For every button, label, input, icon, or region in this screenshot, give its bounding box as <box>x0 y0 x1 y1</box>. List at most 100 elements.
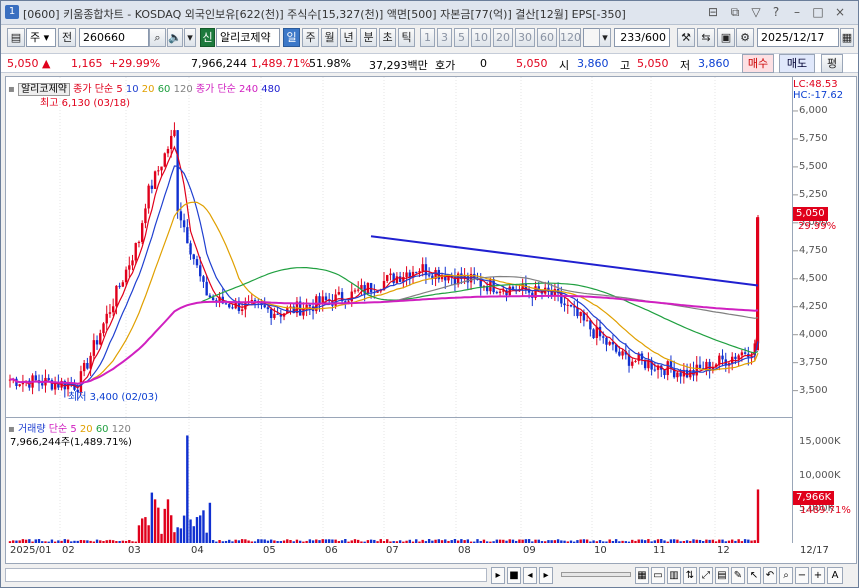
tab-month[interactable]: 월 <box>321 28 338 47</box>
calendar-icon[interactable]: ▦ <box>840 28 854 47</box>
volume-bar <box>563 540 566 543</box>
price-axis-line <box>792 77 793 543</box>
sell-button[interactable]: 매도 <box>779 54 815 73</box>
up-arrow-icon: ▲ <box>42 57 51 70</box>
interval-1[interactable]: 1 <box>420 28 435 47</box>
volume-bar <box>186 435 189 543</box>
layout-icon[interactable]: ▤ <box>715 567 729 584</box>
tools-icon[interactable]: ⚒ <box>677 28 695 47</box>
interval-3[interactable]: 3 <box>437 28 452 47</box>
candle-body <box>186 227 189 244</box>
stop-icon[interactable]: ■ <box>507 567 521 584</box>
close-icon[interactable]: × <box>831 5 849 19</box>
buy-button[interactable]: 매수 <box>742 54 774 73</box>
high-annotation: 최고 6,130 (03/18) <box>40 98 131 109</box>
candle-body <box>353 290 357 292</box>
rewind-icon[interactable]: ◂ <box>523 567 537 584</box>
title-bar: 1 [0600] 키움종합차트 - KOSDAQ 외국인보유[622(천)] 주… <box>1 1 858 25</box>
compare-icon[interactable]: ⇆ <box>697 28 715 47</box>
candle-body <box>698 364 702 369</box>
adjust-button[interactable]: 전 <box>58 28 76 47</box>
pin-icon[interactable]: ⊟ <box>704 5 722 19</box>
volume-bar <box>192 526 195 543</box>
volume-bar <box>685 540 689 543</box>
settings-icon[interactable]: ⚙ <box>736 28 754 47</box>
candle-body <box>157 170 160 172</box>
candle-body <box>398 276 402 282</box>
date-field[interactable]: 2025/12/17 <box>757 28 839 47</box>
restore-icon[interactable]: ⧉ <box>726 5 744 20</box>
tab-year[interactable]: 년 <box>340 28 357 47</box>
volume-bar <box>682 541 686 543</box>
interval-30[interactable]: 30 <box>515 28 535 47</box>
sound-dropdown-icon[interactable]: ▾ <box>184 28 196 47</box>
tab-day[interactable]: 일 <box>283 28 300 47</box>
volume-bar <box>534 539 537 543</box>
candle-body <box>47 377 50 381</box>
x-axis-label: 08 <box>458 545 471 556</box>
volume-bar <box>166 499 170 543</box>
zoom-slider[interactable] <box>561 572 631 577</box>
change-percent: +29.99% <box>109 57 161 70</box>
chart-panel[interactable]: ▪ 알리코제약 종가 단순 5 10 20 60 120 종가 단순 240 4… <box>5 76 857 564</box>
interval-dropdown-icon[interactable]: ▾ <box>599 28 611 47</box>
font-size-icon[interactable]: A <box>827 567 843 584</box>
interval-60[interactable]: 60 <box>537 28 557 47</box>
pane-divider[interactable] <box>6 417 792 418</box>
candle-body <box>240 309 244 312</box>
volume-bar <box>369 539 373 543</box>
panel-icon[interactable]: ▤ <box>7 28 25 47</box>
tab-week[interactable]: 주 <box>302 28 319 47</box>
quote-bar: 5,050 ▲ 1,165 +29.99% 7,966,244 1,489.71… <box>1 53 858 73</box>
volume-bar <box>727 540 731 543</box>
grid-icon[interactable]: ▦ <box>635 567 649 584</box>
volume-bar <box>292 541 295 543</box>
average-button[interactable]: 평 <box>821 54 843 73</box>
volume-bar <box>743 539 747 543</box>
minimize-icon[interactable]: – <box>788 5 806 19</box>
tab-tick[interactable]: 틱 <box>398 28 415 47</box>
expand-icon[interactable]: ⤢ <box>699 567 713 584</box>
volume-bar <box>315 539 318 543</box>
volume-bar <box>366 540 370 543</box>
volume-bar <box>695 539 698 543</box>
play-icon[interactable]: ▸ <box>539 567 553 584</box>
save-icon[interactable]: ▣ <box>717 28 735 47</box>
dropdown-icon[interactable]: ▽ <box>747 5 765 19</box>
tab-second[interactable]: 초 <box>379 28 396 47</box>
help-icon[interactable]: ? <box>767 5 785 19</box>
interval-10[interactable]: 10 <box>471 28 491 47</box>
window-icon[interactable]: ▭ <box>651 567 665 584</box>
undo-icon[interactable]: ↶ <box>763 567 777 584</box>
low-annotation: 최저 3,400 (02/03) <box>68 392 159 403</box>
zoom-search-icon[interactable]: ⌕ <box>779 567 793 584</box>
stock-code-input[interactable]: 260660 <box>79 28 149 47</box>
market-select[interactable]: 주 ▾ <box>26 28 56 47</box>
scroll-right-icon[interactable]: ▸ <box>491 567 505 584</box>
zoom-in-icon[interactable]: + <box>811 567 825 584</box>
compare-chart-icon[interactable]: ⇅ <box>683 567 697 584</box>
current-price: 5,050 <box>7 57 39 70</box>
candle-body <box>134 243 137 261</box>
candle-body <box>389 273 392 276</box>
volume-bar <box>308 539 312 543</box>
interval-5[interactable]: 5 <box>454 28 469 47</box>
price-chart[interactable] <box>6 77 858 565</box>
candle-body <box>53 383 57 390</box>
zoom-out-icon[interactable]: − <box>795 567 809 584</box>
interval-20[interactable]: 20 <box>493 28 513 47</box>
pointer-icon[interactable]: ↖ <box>747 567 761 584</box>
volume-bar <box>518 539 521 543</box>
candle-body <box>18 384 21 386</box>
maximize-icon[interactable]: □ <box>809 5 827 19</box>
volume-bar <box>170 515 173 543</box>
interval-120[interactable]: 120 <box>559 28 581 47</box>
sound-icon[interactable]: 🔈 <box>167 28 183 47</box>
search-icon[interactable]: ⌕ <box>149 28 166 47</box>
bar-count[interactable]: 233/600 <box>614 28 670 47</box>
horizontal-scrollbar[interactable] <box>5 568 487 582</box>
bars-icon[interactable]: ▥ <box>667 567 681 584</box>
draw-icon[interactable]: ✎ <box>731 567 745 584</box>
tab-minute[interactable]: 분 <box>360 28 377 47</box>
candle-body <box>118 285 121 287</box>
